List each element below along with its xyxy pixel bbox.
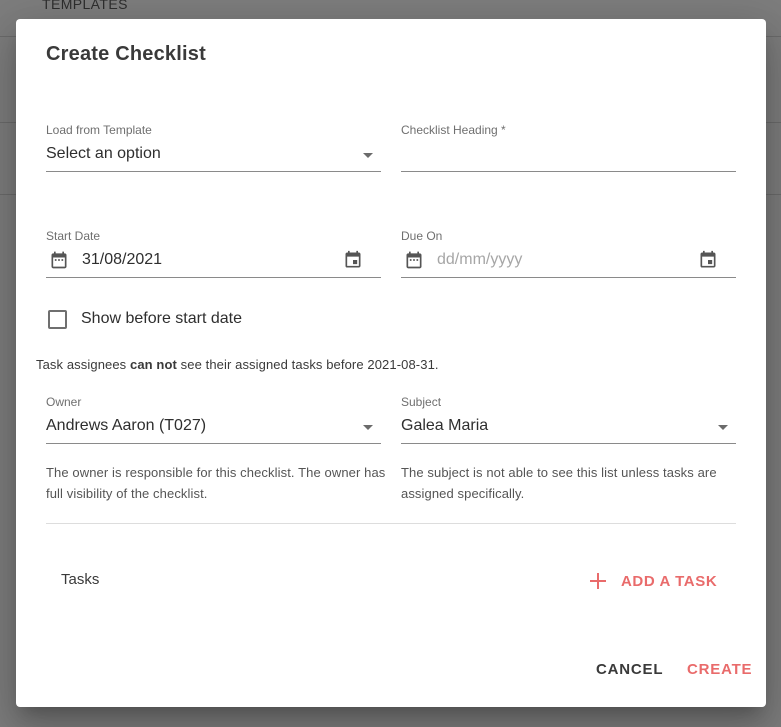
owner-hint: The owner is responsible for this checkl… — [46, 465, 386, 501]
plus-icon — [590, 573, 606, 589]
section-divider — [46, 523, 736, 524]
start-date-label: Start Date — [46, 229, 101, 243]
owner-value: Andrews Aaron (T027) — [46, 417, 207, 434]
cancel-button[interactable]: CANCEL — [596, 661, 663, 678]
calendar-picker-icon[interactable] — [698, 250, 718, 270]
subject-label: Subject — [401, 395, 442, 409]
create-checklist-dialog: Create Checklist Load from Template Sele… — [16, 19, 766, 707]
subject-select[interactable]: Subject Galea Maria — [401, 395, 736, 451]
field-underline — [46, 171, 381, 172]
tasks-heading: Tasks — [61, 571, 100, 588]
notice-emphasis: can not — [130, 357, 177, 372]
due-on-field[interactable]: Due On dd/mm/yyyy — [401, 229, 736, 285]
checklist-heading-label: Checklist Heading * — [401, 123, 506, 137]
show-before-start-checkbox[interactable] — [48, 310, 67, 329]
templates-tab: TEMPLATES — [42, 0, 128, 12]
visibility-notice: Task assignees can not see their assigne… — [36, 357, 439, 372]
start-date-value: 31/08/2021 — [82, 251, 163, 268]
owner-select[interactable]: Owner Andrews Aaron (T027) — [46, 395, 381, 451]
field-underline — [401, 277, 736, 278]
field-underline — [401, 443, 736, 444]
add-task-label: ADD A TASK — [621, 572, 718, 590]
load-template-label: Load from Template — [46, 123, 152, 137]
load-template-select[interactable]: Load from Template Select an option — [46, 123, 381, 179]
start-date-field[interactable]: Start Date 31/08/2021 — [46, 229, 381, 285]
dropdown-caret-icon — [363, 425, 373, 430]
field-underline — [46, 277, 381, 278]
calendar-icon[interactable] — [49, 250, 69, 270]
checklist-heading-input[interactable]: Checklist Heading * — [401, 123, 736, 179]
subject-value: Galea Maria — [401, 417, 489, 434]
due-on-label: Due On — [401, 229, 443, 243]
field-underline — [401, 171, 736, 172]
notice-prefix: Task assignees — [36, 357, 130, 372]
add-task-button[interactable]: ADD A TASK — [589, 567, 717, 595]
field-underline — [46, 443, 381, 444]
load-template-value: Select an option — [46, 145, 161, 162]
subject-hint: The subject is not able to see this list… — [401, 465, 717, 501]
dialog-title: Create Checklist — [46, 43, 206, 65]
notice-suffix: see their assigned tasks before 2021-08-… — [176, 357, 439, 372]
dropdown-caret-icon — [718, 425, 728, 430]
create-button[interactable]: CREATE — [687, 661, 752, 678]
calendar-icon[interactable] — [404, 250, 424, 270]
owner-label: Owner — [46, 395, 82, 409]
show-before-start-label[interactable]: Show before start date — [81, 310, 242, 328]
due-on-placeholder: dd/mm/yyyy — [437, 251, 523, 268]
dropdown-caret-icon — [363, 153, 373, 158]
calendar-picker-icon[interactable] — [343, 250, 363, 270]
